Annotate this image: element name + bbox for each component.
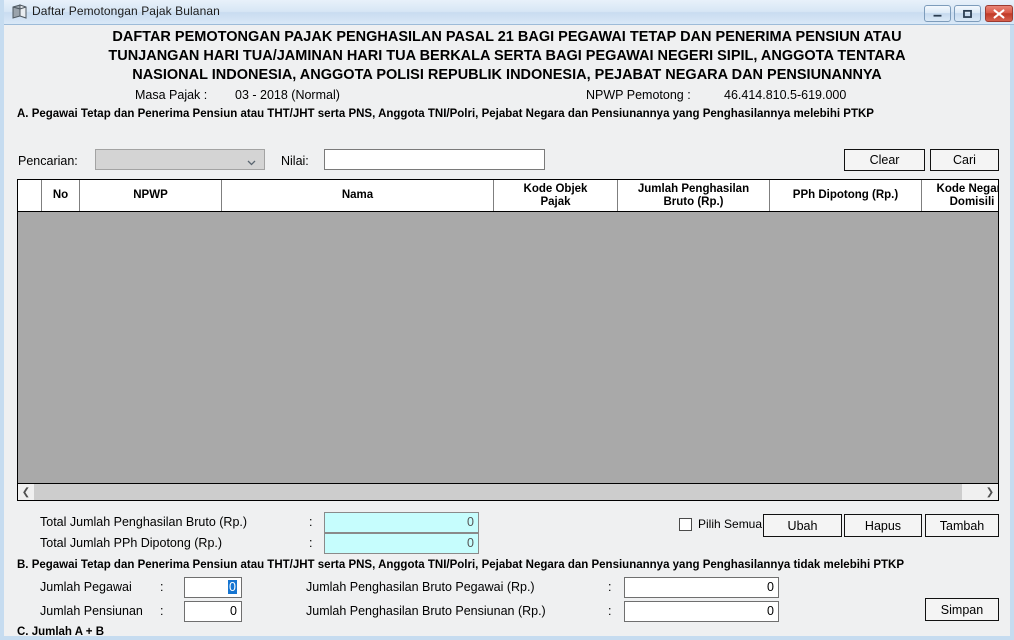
grid-column-header[interactable]: NPWP [80, 180, 222, 211]
total-pph-a-label: Total Jumlah PPh Dipotong (Rp.) [40, 536, 223, 550]
section-b-title: B. Pegawai Tetap dan Penerima Pensiun at… [17, 559, 904, 571]
grid-column-header[interactable]: Jumlah Penghasilan Bruto (Rp.) [618, 180, 770, 211]
title-bar[interactable]: Daftar Pemotongan Pajak Bulanan [4, 0, 1014, 25]
pilih-semua-checkbox[interactable] [679, 517, 692, 531]
grid-column-header[interactable]: Kode Negara Domisili [922, 180, 998, 211]
window-title: Daftar Pemotongan Pajak Bulanan [32, 4, 220, 18]
close-button[interactable] [985, 5, 1013, 22]
tambah-button[interactable]: Tambah [925, 514, 999, 537]
jumlah-pegawai-colon: : [160, 580, 164, 594]
pemotongan-data-grid[interactable]: No NPWP Nama Kode Objek Pajak Jumlah Penghas… [17, 179, 999, 501]
grid-column-header[interactable]: Nama [222, 180, 494, 211]
cari-button[interactable]: Cari [930, 149, 999, 171]
pencarian-label: Pencarian: [18, 154, 78, 168]
scroll-right-icon[interactable]: ❯ [982, 484, 998, 500]
horizontal-scrollbar[interactable]: ❮ ❯ [18, 483, 998, 500]
bruto-pegawai-input[interactable]: 0 [624, 577, 779, 598]
masa-pajak-value: 03 - 2018 (Normal) [235, 88, 340, 102]
application-window: Daftar Pemotongan Pajak Bulanan DAFTAR P… [0, 0, 1014, 640]
report-title-line-3: NASIONAL INDONESIA, ANGGOTA POLISI REPUB… [132, 67, 882, 83]
section-a-title: A. Pegawai Tetap dan Penerima Pensiun at… [17, 108, 874, 120]
total-pph-a-value: 0 [324, 533, 479, 554]
chevron-down-icon [246, 155, 257, 166]
grid-header-row: No NPWP Nama Kode Objek Pajak Jumlah Penghas… [18, 180, 998, 212]
nilai-label: Nilai: [281, 154, 309, 168]
total-bruto-a-colon: : [309, 515, 313, 529]
scroll-left-icon[interactable]: ❮ [18, 484, 34, 500]
jumlah-pegawai-value: 0 [228, 580, 237, 594]
grid-column-header[interactable]: Kode Objek Pajak [494, 180, 618, 211]
total-bruto-a-label: Total Jumlah Penghasilan Bruto (Rp.) [40, 515, 248, 529]
jumlah-pensiunan-label: Jumlah Pensiunan [40, 604, 143, 618]
masa-pajak-label: Masa Pajak : [135, 88, 208, 102]
bruto-pensiunan-colon: : [608, 604, 612, 618]
bruto-pegawai-label: Jumlah Penghasilan Bruto Pegawai (Rp.) [306, 580, 535, 594]
total-pph-a-colon: : [309, 536, 313, 550]
pilih-semua-label: Pilih Semua [698, 517, 763, 531]
ubah-button[interactable]: Ubah [763, 514, 842, 537]
minimize-button[interactable] [924, 5, 951, 22]
bruto-pegawai-colon: : [608, 580, 612, 594]
grid-column-header[interactable]: No [42, 180, 80, 211]
document-stack-icon [11, 4, 28, 21]
total-bruto-a-value: 0 [324, 512, 479, 533]
section-c-title: C. Jumlah A + B [17, 626, 105, 636]
simpan-button[interactable]: Simpan [925, 598, 999, 621]
bruto-pensiunan-label: Jumlah Penghasilan Bruto Pensiunan (Rp.) [306, 604, 546, 618]
clear-button[interactable]: Clear [844, 149, 925, 171]
npwp-pemotong-value: 46.414.810.5-619.000 [724, 88, 847, 102]
jumlah-pensiunan-colon: : [160, 604, 164, 618]
scrollbar-thumb[interactable] [34, 484, 962, 500]
jumlah-pegawai-input[interactable]: 0 [184, 577, 242, 598]
report-title-line-1: DAFTAR PEMOTONGAN PAJAK PENGHASILAN PASA… [112, 29, 902, 45]
maximize-button[interactable] [954, 5, 981, 22]
report-title-line-2: TUNJANGAN HARI TUA/JAMINAN HARI TUA BERK… [108, 48, 906, 64]
pilih-semua-control[interactable]: Pilih Semua [679, 517, 762, 531]
bruto-pensiunan-input[interactable]: 0 [624, 601, 779, 622]
scrollbar-track[interactable] [962, 484, 982, 500]
jumlah-pegawai-label: Jumlah Pegawai [40, 580, 132, 594]
jumlah-pensiunan-input[interactable]: 0 [184, 601, 242, 622]
hapus-button[interactable]: Hapus [844, 514, 922, 537]
nilai-input[interactable] [324, 149, 545, 170]
pencarian-dropdown[interactable] [95, 149, 265, 170]
grid-column-header[interactable] [18, 180, 42, 211]
npwp-pemotong-label: NPWP Pemotong : [586, 88, 691, 102]
form-content: DAFTAR PEMOTONGAN PAJAK PENGHASILAN PASA… [4, 25, 1010, 636]
grid-body[interactable] [18, 212, 998, 483]
grid-column-header[interactable]: PPh Dipotong (Rp.) [770, 180, 922, 211]
